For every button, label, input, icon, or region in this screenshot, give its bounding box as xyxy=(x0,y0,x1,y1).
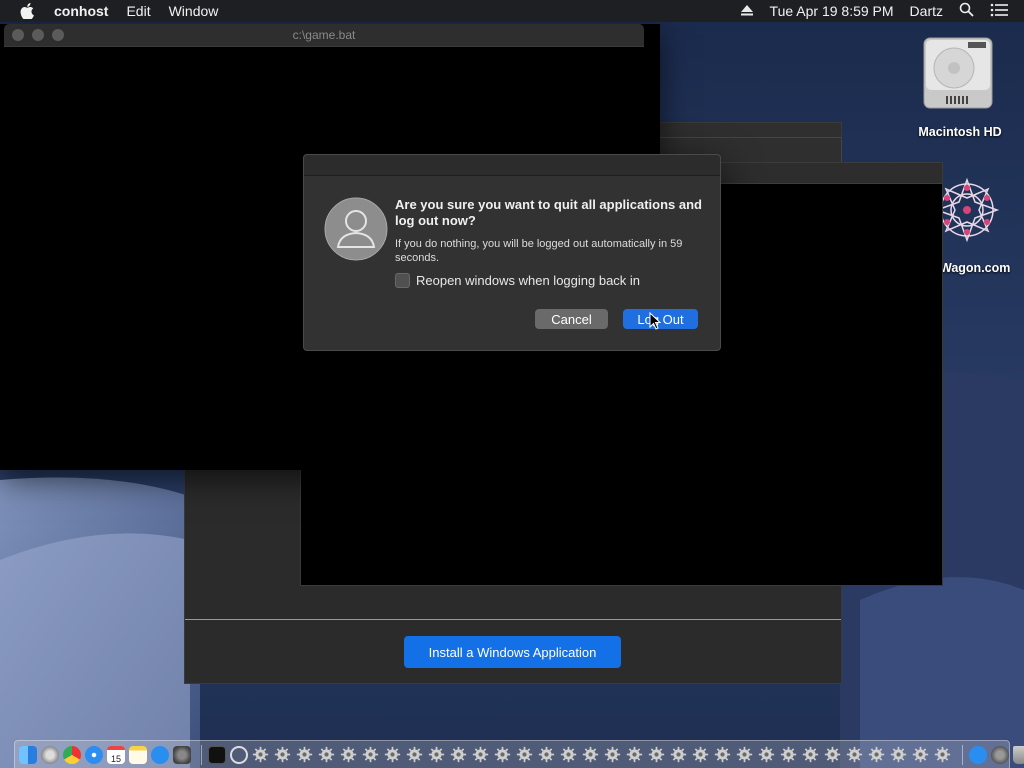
menu-bar: conhost Edit Window Tue Apr 19 8:59 PM D… xyxy=(0,0,1024,22)
trash-icon[interactable] xyxy=(1013,745,1024,764)
calendar-icon[interactable]: 15 xyxy=(107,745,125,764)
gear-app-icon[interactable] xyxy=(758,746,775,763)
gear-app-group xyxy=(252,746,956,763)
apple-icon[interactable] xyxy=(20,0,38,22)
gear-app-icon[interactable] xyxy=(538,746,555,763)
gear-app-icon[interactable] xyxy=(340,746,357,763)
gear-app-icon[interactable] xyxy=(318,746,335,763)
notes-icon[interactable] xyxy=(129,745,147,764)
gear-app-icon[interactable] xyxy=(626,746,643,763)
console-titlebar[interactable]: c:\game.bat xyxy=(4,24,644,47)
dock: 15 xyxy=(14,740,1024,768)
gear-app-icon[interactable] xyxy=(912,746,929,763)
gear-app-icon[interactable] xyxy=(714,746,731,763)
gear-app-icon[interactable] xyxy=(582,746,599,763)
terminal-icon[interactable] xyxy=(208,745,226,764)
gear-app-icon[interactable] xyxy=(824,746,841,763)
gear-app-icon[interactable] xyxy=(494,746,511,763)
dock-separator xyxy=(962,744,963,765)
gear-app-icon[interactable] xyxy=(472,746,489,763)
launchpad-icon[interactable] xyxy=(41,745,59,764)
gear-app-icon[interactable] xyxy=(670,746,687,763)
hard-drive-icon[interactable] xyxy=(918,32,998,112)
gear-app-icon[interactable] xyxy=(428,746,445,763)
finder-icon[interactable] xyxy=(19,745,37,764)
mouse-cursor-icon xyxy=(649,312,661,330)
settings-icon[interactable] xyxy=(991,745,1009,764)
app-store-icon[interactable] xyxy=(151,745,169,764)
gear-app-icon[interactable] xyxy=(362,746,379,763)
gear-app-icon[interactable] xyxy=(296,746,313,763)
reopen-windows-label[interactable]: Reopen windows when logging back in xyxy=(416,273,640,288)
user-avatar-icon xyxy=(324,197,388,261)
app-store-downloads-icon[interactable] xyxy=(969,745,987,764)
gear-app-icon[interactable] xyxy=(604,746,621,763)
gear-app-icon[interactable] xyxy=(692,746,709,763)
gear-app-icon[interactable] xyxy=(890,746,907,763)
gear-app-icon[interactable] xyxy=(450,746,467,763)
dialog-message: If you do nothing, you will be logged ou… xyxy=(395,238,683,264)
divider xyxy=(185,619,841,620)
gear-app-icon[interactable] xyxy=(384,746,401,763)
spotlight-search-icon[interactable] xyxy=(959,2,974,20)
gear-app-icon[interactable] xyxy=(736,746,753,763)
chrome-icon[interactable] xyxy=(63,745,81,764)
reopen-windows-checkbox[interactable] xyxy=(395,273,410,288)
menu-app-name[interactable]: conhost xyxy=(54,3,108,19)
hard-drive-label[interactable]: Macintosh HD xyxy=(905,125,1015,139)
safari-icon[interactable] xyxy=(85,745,103,764)
gear-app-icon[interactable] xyxy=(868,746,885,763)
dock-separator xyxy=(201,744,202,765)
menu-user[interactable]: Dartz xyxy=(910,3,943,19)
notification-center-icon[interactable] xyxy=(990,3,1008,20)
system-preferences-icon[interactable] xyxy=(173,745,191,764)
wagon-label[interactable]: Wagon.com xyxy=(940,261,1010,275)
gear-app-icon[interactable] xyxy=(560,746,577,763)
gear-app-icon[interactable] xyxy=(802,746,819,763)
menu-clock[interactable]: Tue Apr 19 8:59 PM xyxy=(770,3,894,19)
menu-edit[interactable]: Edit xyxy=(126,3,150,19)
gear-app-icon[interactable] xyxy=(648,746,665,763)
gear-app-icon[interactable] xyxy=(780,746,797,763)
gear-app-icon[interactable] xyxy=(516,746,533,763)
gear-app-icon[interactable] xyxy=(274,746,291,763)
install-windows-app-button[interactable]: Install a Windows Application xyxy=(404,636,621,668)
reopen-windows-option[interactable]: Reopen windows when logging back in xyxy=(395,273,640,288)
dialog-heading: Are you sure you want to quit all applic… xyxy=(395,197,702,228)
menu-window[interactable]: Window xyxy=(169,3,219,19)
console-title: c:\game.bat xyxy=(292,28,356,42)
dialog-titlebar xyxy=(304,155,720,176)
eject-icon[interactable] xyxy=(740,3,754,20)
gear-app-icon[interactable] xyxy=(846,746,863,763)
gear-app-icon[interactable] xyxy=(934,746,951,763)
gear-app-icon[interactable] xyxy=(252,746,269,763)
wineskin-icon[interactable] xyxy=(230,745,248,764)
cancel-button[interactable]: Cancel xyxy=(535,309,608,329)
menu-extras: Tue Apr 19 8:59 PM Dartz xyxy=(740,0,1024,22)
gear-app-icon[interactable] xyxy=(406,746,423,763)
